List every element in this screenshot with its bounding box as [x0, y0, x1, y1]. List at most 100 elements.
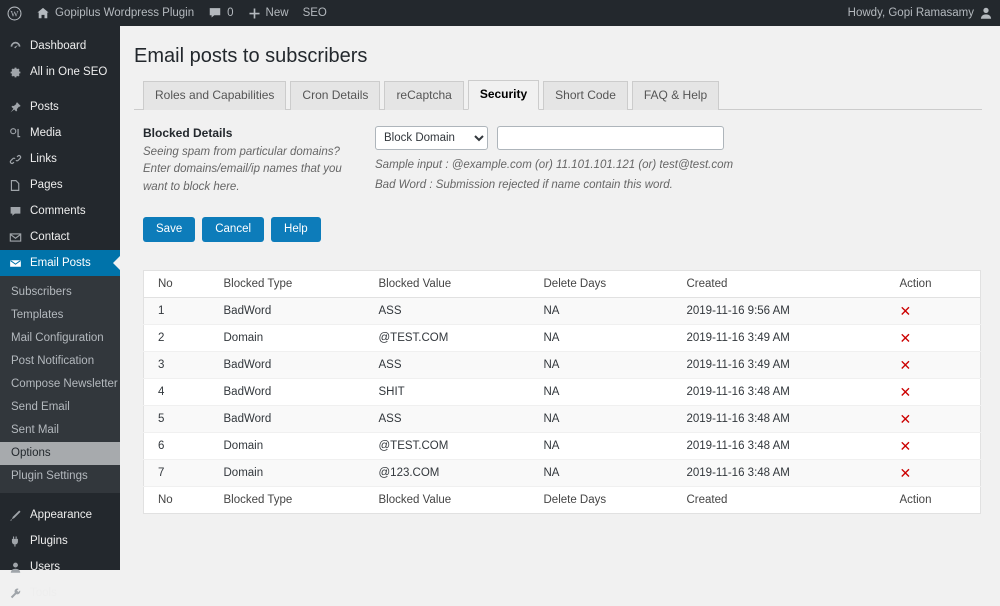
- comment-bubble-icon: [208, 6, 222, 20]
- submenu-item-options[interactable]: Options: [0, 442, 120, 465]
- tab-recaptcha[interactable]: reCaptcha: [384, 81, 464, 110]
- submenu-item-mail-configuration[interactable]: Mail Configuration: [0, 327, 120, 350]
- submenu-item-templates[interactable]: Templates: [0, 304, 120, 327]
- sidebar-item-posts[interactable]: Posts: [0, 94, 120, 120]
- tab-faq-and-help[interactable]: FAQ & Help: [631, 81, 720, 110]
- sidebar-item-label: All in One SEO: [30, 66, 108, 78]
- email-icon: [8, 257, 23, 270]
- cell-blocked-type: BadWord: [209, 297, 365, 326]
- sidebar-item-appearance[interactable]: Appearance: [0, 502, 120, 528]
- cell-delete-days: NA: [529, 405, 673, 434]
- sidebar-item-label: Media: [30, 127, 62, 139]
- table-row: 4 BadWord SHIT NA 2019-11-16 3:48 AM ✕: [143, 378, 981, 407]
- blocked-details-table: No Blocked Type Blocked Value Delete Day…: [143, 270, 981, 515]
- tab-security[interactable]: Security: [467, 80, 540, 110]
- wordpress-logo-menu[interactable]: W: [0, 0, 29, 26]
- delete-row-icon[interactable]: ✕: [900, 385, 912, 399]
- form-actions: Save Cancel Help: [134, 216, 982, 243]
- tab-cron-details[interactable]: Cron Details: [290, 81, 381, 110]
- delete-row-icon[interactable]: ✕: [900, 466, 912, 480]
- cell-delete-days: NA: [529, 351, 673, 380]
- submenu-item-subscribers[interactable]: Subscribers: [0, 281, 120, 304]
- sidebar-item-users[interactable]: Users: [0, 554, 120, 580]
- sidebar-item-comments[interactable]: Comments: [0, 198, 120, 224]
- submenu-item-compose-newsletter[interactable]: Compose Newsletter: [0, 373, 120, 396]
- wordpress-logo-icon: W: [7, 6, 22, 21]
- blocked-details-label: Blocked Details: [143, 126, 233, 140]
- cell-action: ✕: [885, 297, 981, 326]
- help-button[interactable]: Help: [271, 216, 321, 243]
- column-header-action: Action: [885, 270, 981, 299]
- footer-delete-days: Delete Days: [529, 486, 673, 514]
- delete-row-icon[interactable]: ✕: [900, 412, 912, 426]
- sidebar-item-links[interactable]: Links: [0, 146, 120, 172]
- blocked-details-description: Seeing spam from particular domains? Ent…: [143, 146, 342, 193]
- cell-delete-days: NA: [529, 324, 673, 353]
- plugin-icon: [8, 535, 23, 548]
- comment-count: 0: [227, 7, 234, 19]
- sidebar-item-label: Links: [30, 153, 57, 165]
- site-name-menu[interactable]: Gopiplus Wordpress Plugin: [29, 0, 201, 26]
- cell-no: 2: [143, 324, 210, 353]
- column-header-blocked-value: Blocked Value: [364, 270, 530, 299]
- my-account-menu[interactable]: Howdy, Gopi Ramasamy: [841, 0, 1000, 26]
- sidebar-item-tools[interactable]: Tools: [0, 580, 120, 606]
- comments-menu[interactable]: 0: [201, 0, 240, 26]
- sidebar-item-pages[interactable]: Pages: [0, 172, 120, 198]
- page-title: Email posts to subscribers: [134, 45, 368, 67]
- footer-action: Action: [885, 486, 981, 514]
- cell-blocked-type: BadWord: [209, 378, 365, 407]
- table-row: 3 BadWord ASS NA 2019-11-16 3:49 AM ✕: [143, 351, 981, 380]
- submenu-item-sent-mail[interactable]: Sent Mail: [0, 419, 120, 442]
- tab-short-code[interactable]: Short Code: [543, 81, 628, 110]
- sidebar-item-all-in-one-seo[interactable]: All in One SEO: [0, 59, 120, 85]
- cell-no: 4: [143, 378, 210, 407]
- save-button[interactable]: Save: [143, 216, 196, 243]
- link-icon: [8, 153, 23, 166]
- delete-row-icon[interactable]: ✕: [900, 358, 912, 372]
- table-row: 5 BadWord ASS NA 2019-11-16 3:48 AM ✕: [143, 405, 981, 434]
- tab-roles-and-capabilities[interactable]: Roles and Capabilities: [143, 81, 287, 110]
- table-foot: No Blocked Type Blocked Value Delete Day…: [143, 486, 981, 514]
- cell-blocked-type: Domain: [209, 324, 365, 353]
- sidebar-item-label: Appearance: [30, 509, 93, 521]
- sidebar-item-media[interactable]: Media: [0, 120, 120, 146]
- cell-delete-days: NA: [529, 459, 673, 488]
- table-footer-row: No Blocked Type Blocked Value Delete Day…: [143, 486, 981, 514]
- users-icon: [8, 561, 23, 574]
- delete-row-icon[interactable]: ✕: [900, 304, 912, 318]
- sidebar-item-label: Email Posts: [30, 257, 91, 269]
- settings-tab-bar: Roles and Capabilities Cron Details reCa…: [134, 80, 982, 110]
- sidebar-item-email-posts[interactable]: Email Posts: [0, 250, 120, 276]
- blocked-type-select[interactable]: Block Domain: [375, 126, 488, 150]
- sidebar-item-contact[interactable]: Contact: [0, 224, 120, 250]
- admin-sidebar: Dashboard All in One SEO Posts Media Lin…: [0, 26, 120, 599]
- cell-created: 2019-11-16 9:56 AM: [672, 297, 886, 326]
- cell-created: 2019-11-16 3:49 AM: [672, 351, 886, 380]
- delete-row-icon[interactable]: ✕: [900, 331, 912, 345]
- submenu-item-send-email[interactable]: Send Email: [0, 396, 120, 419]
- sidebar-item-dashboard[interactable]: Dashboard: [0, 33, 120, 59]
- sidebar-item-label: Plugins: [30, 535, 68, 547]
- plus-icon: [248, 7, 261, 20]
- new-content-label: New: [265, 7, 289, 19]
- cell-action: ✕: [885, 351, 981, 380]
- new-content-menu[interactable]: New: [241, 0, 296, 26]
- seo-menu[interactable]: SEO: [296, 0, 334, 26]
- cell-delete-days: NA: [529, 432, 673, 461]
- appearance-icon: [8, 509, 23, 522]
- cell-created: 2019-11-16 3:48 AM: [672, 459, 886, 488]
- delete-row-icon[interactable]: ✕: [900, 439, 912, 453]
- site-name-label: Gopiplus Wordpress Plugin: [55, 7, 195, 19]
- sidebar-item-plugins[interactable]: Plugins: [0, 528, 120, 554]
- cell-created: 2019-11-16 3:48 AM: [672, 405, 886, 434]
- cell-blocked-type: Domain: [209, 432, 365, 461]
- cell-no: 5: [143, 405, 210, 434]
- submenu-item-plugin-settings[interactable]: Plugin Settings: [0, 465, 120, 488]
- submenu-item-post-notification[interactable]: Post Notification: [0, 350, 120, 373]
- svg-text:W: W: [11, 9, 19, 18]
- column-header-no: No: [143, 270, 210, 299]
- cell-blocked-value: SHIT: [364, 378, 530, 407]
- blocked-value-input[interactable]: [497, 126, 724, 150]
- cancel-button[interactable]: Cancel: [202, 216, 265, 243]
